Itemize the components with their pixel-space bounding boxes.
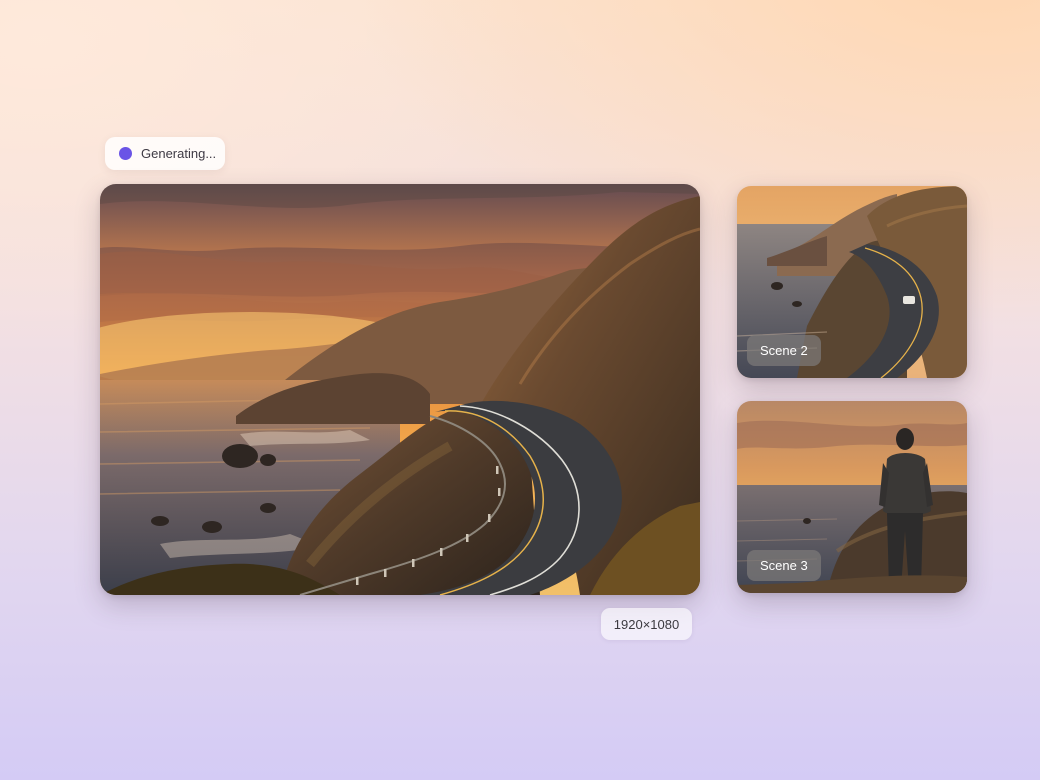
status-label: Generating... <box>141 146 217 161</box>
coastal-road-sunset-image <box>100 184 700 595</box>
scene-2-thumbnail[interactable]: Scene 2 <box>737 186 967 378</box>
main-scene-image[interactable] <box>100 184 700 595</box>
resolution-badge: 1920×1080 <box>601 608 692 640</box>
scene-3-thumbnail[interactable]: Scene 3 <box>737 401 967 593</box>
generating-status-pill: Generating... <box>105 137 225 170</box>
scene-3-label: Scene 3 <box>747 550 821 581</box>
status-dot-icon <box>119 147 132 160</box>
scene-2-label: Scene 2 <box>747 335 821 366</box>
